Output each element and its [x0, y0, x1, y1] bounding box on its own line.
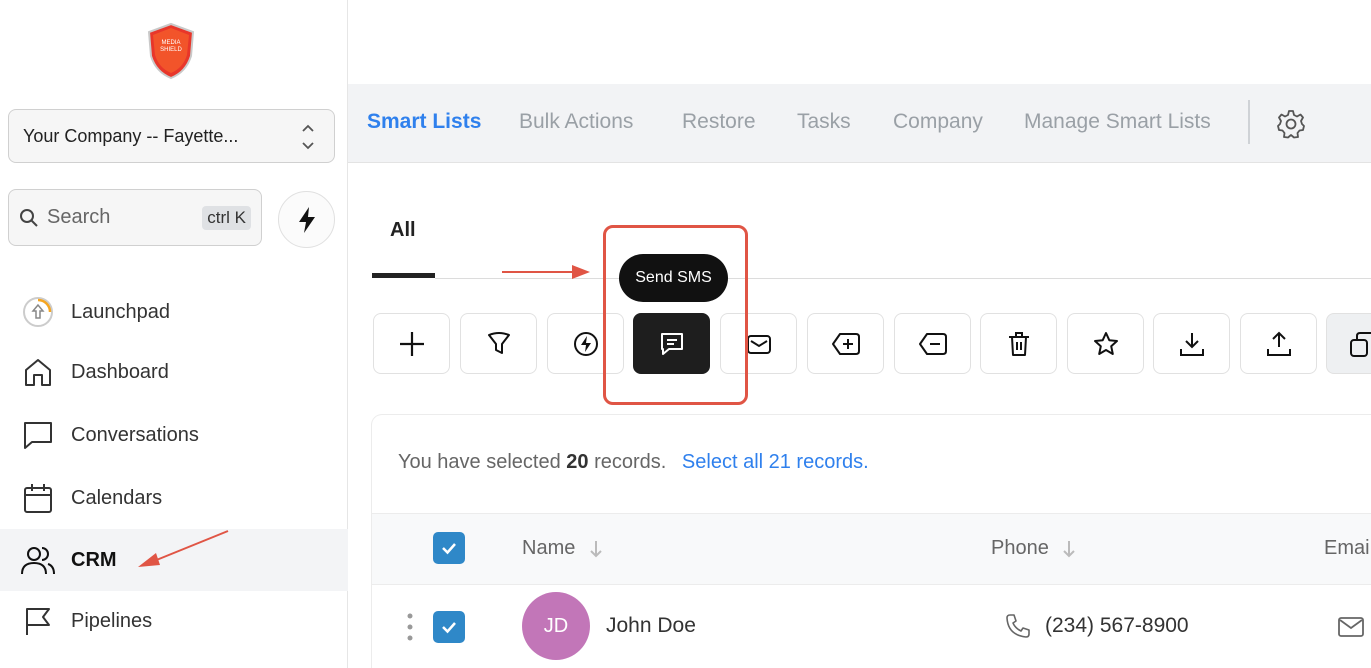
tab-bulk-actions[interactable]: Bulk Actions [519, 110, 633, 134]
sidebar-item-label: Dashboard [71, 360, 169, 383]
tab-smart-lists[interactable]: Smart Lists [367, 110, 481, 134]
lightning-icon [296, 206, 318, 234]
selection-summary: You have selected 20 records. Select all… [398, 451, 869, 474]
tab-divider [1248, 100, 1250, 144]
chevron-updown-icon [300, 122, 316, 152]
sidebar-item-label: CRM [71, 548, 117, 571]
contact-phone[interactable]: (234) 567-8900 [1045, 614, 1189, 638]
email-icon [745, 330, 773, 358]
launchpad-icon [20, 294, 56, 330]
delete-button[interactable] [980, 313, 1057, 374]
phone-icon [1005, 613, 1031, 639]
annotation-arrow-crm [138, 530, 229, 567]
selection-suffix: records. [594, 451, 667, 473]
add-tag-icon [831, 330, 861, 358]
sidebar-item-conversations[interactable]: Conversations [0, 404, 348, 466]
svg-text:MEDIA: MEDIA [161, 40, 180, 46]
export-button[interactable] [1153, 313, 1230, 374]
email-icon[interactable] [1337, 615, 1365, 639]
calendar-icon [20, 480, 56, 516]
company-logo[interactable]: MEDIA SHIELD [146, 22, 196, 80]
users-icon [20, 542, 56, 578]
quick-actions-button[interactable] [278, 191, 335, 248]
import-button[interactable] [1240, 313, 1317, 374]
download-icon [1178, 330, 1206, 358]
flag-icon [20, 603, 56, 639]
svg-text:SHIELD: SHIELD [160, 47, 182, 53]
column-header-name[interactable]: Name [522, 537, 603, 560]
tab-tasks[interactable]: Tasks [797, 110, 851, 134]
sidebar-item-label: Launchpad [71, 300, 170, 323]
column-label: Name [522, 537, 576, 559]
sidebar-item-launchpad[interactable]: Launchpad [0, 281, 348, 343]
upload-icon [1265, 330, 1293, 358]
row-checkbox[interactable] [433, 611, 465, 643]
top-tab-bar: Smart Lists Bulk Actions Restore Tasks C… [348, 84, 1371, 163]
shortcut-badge: ctrl K [202, 206, 251, 230]
add-tag-button[interactable] [807, 313, 884, 374]
star-icon [1092, 330, 1120, 358]
copy-icon [1349, 330, 1371, 358]
contact-name-link[interactable]: John Doe [606, 614, 696, 638]
search-placeholder: Search [47, 206, 111, 228]
annotation-arrow-sms [502, 265, 590, 279]
workflow-icon [572, 330, 600, 358]
sidebar-item-label: Calendars [71, 486, 163, 509]
plus-icon [397, 329, 427, 359]
gear-icon[interactable] [1275, 108, 1307, 140]
selection-count: 20 [566, 451, 589, 473]
column-header-email[interactable]: Emai [1324, 537, 1370, 560]
home-icon [20, 354, 56, 390]
check-icon [439, 617, 459, 637]
add-contact-button[interactable] [373, 313, 450, 374]
chat-icon [20, 417, 56, 453]
tab-manage-smart-lists[interactable]: Manage Smart Lists [1024, 110, 1211, 134]
remove-tag-button[interactable] [894, 313, 971, 374]
avatar: JD [522, 592, 590, 660]
company-name: Your Company -- Fayette... [23, 125, 239, 146]
remove-tag-icon [918, 330, 948, 358]
subtab-active-indicator [372, 273, 435, 278]
star-button[interactable] [1067, 313, 1144, 374]
sidebar-item-calendars[interactable]: Calendars [0, 467, 348, 529]
trash-icon [1006, 330, 1032, 358]
sort-down-icon [1062, 540, 1076, 558]
tab-restore[interactable]: Restore [682, 110, 756, 134]
company-switcher[interactable]: Your Company -- Fayette... [8, 109, 335, 163]
subtab-all[interactable]: All [390, 219, 416, 242]
column-header-phone[interactable]: Phone [991, 537, 1076, 560]
sidebar-item-label: Pipelines [71, 609, 153, 632]
column-label: Phone [991, 537, 1049, 559]
tab-company[interactable]: Company [893, 110, 983, 134]
merge-button[interactable] [1326, 313, 1371, 374]
select-all-checkbox[interactable] [433, 532, 465, 564]
select-all-link[interactable]: Select all 21 records. [682, 451, 869, 473]
row-drag-handle-icon[interactable] [406, 612, 414, 642]
sidebar-item-dashboard[interactable]: Dashboard [0, 341, 348, 403]
search-icon [19, 208, 39, 228]
annotation-highlight-box [603, 225, 748, 405]
sort-down-icon [589, 540, 603, 558]
filter-icon [486, 331, 512, 357]
search-input[interactable]: Search ctrl K [8, 189, 262, 246]
filter-button[interactable] [460, 313, 537, 374]
selection-prefix: You have selected [398, 451, 561, 473]
sidebar-item-pipelines[interactable]: Pipelines [0, 590, 348, 652]
sidebar-item-label: Conversations [71, 423, 199, 446]
check-icon [439, 538, 459, 558]
